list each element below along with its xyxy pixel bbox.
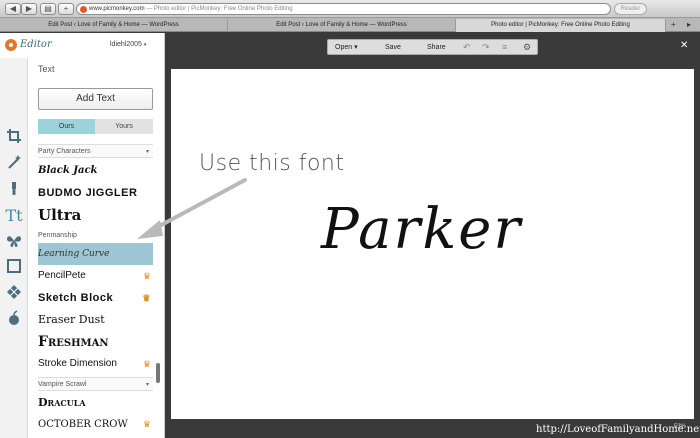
font-item-sketch-block[interactable]: Sketch Block ♛ [38, 287, 153, 309]
font-group-label: Penmanship [38, 232, 77, 239]
font-item-label: Black Jack [38, 165, 98, 176]
tab-edit-post-2[interactable]: Edit Post ‹ Love of Family & Home — Word… [228, 19, 456, 32]
add-bookmark-button[interactable]: + [58, 3, 74, 15]
font-group-penmanship[interactable]: Penmanship [38, 229, 153, 243]
font-group-label: Vampire Scrawl [38, 381, 87, 388]
font-list-scrollbar[interactable] [156, 363, 160, 383]
chevron-down-icon: ▾ [354, 44, 358, 51]
font-group-party-characters[interactable]: Party Characters ▾ [38, 144, 153, 158]
panel-title: Text [38, 64, 55, 74]
tool-rail: Tt [0, 58, 28, 438]
tab-ours[interactable]: Ours [38, 119, 95, 134]
layers-icon[interactable]: ≡ [502, 42, 507, 53]
tab-yours[interactable]: Yours [95, 119, 153, 134]
username: ldiehl2005 [110, 41, 142, 48]
font-item-label: BUDMO JIGGLER [38, 187, 138, 199]
redo-icon[interactable]: ↷ [482, 42, 490, 53]
font-item-label: Eraser Dust [38, 313, 105, 326]
font-item-eraser-dust[interactable]: Eraser Dust [38, 309, 153, 331]
font-item-label: OCTOBER CROW [38, 419, 128, 430]
share-button[interactable]: Share [427, 40, 446, 55]
premium-crown-icon: ♛ [142, 359, 151, 369]
watermark-url: http://LoveofFamilyandHome.net [536, 424, 700, 435]
back-button[interactable]: ◀ [5, 3, 21, 15]
font-item-label: Learning Curve [38, 249, 110, 259]
magic-wand-icon[interactable] [4, 154, 24, 174]
apple-icon[interactable] [4, 310, 24, 330]
font-item-label: PencilPete [38, 270, 86, 281]
font-item-label: Dracula [38, 396, 86, 409]
font-item-ultra[interactable]: Ultra [38, 204, 153, 226]
canvas-sample-text[interactable]: Parker [321, 197, 522, 262]
font-item-stroke-dimension[interactable]: Stroke Dimension ♛ [38, 353, 153, 375]
font-group-vampire-scrawl[interactable]: Vampire Scrawl ▾ [38, 377, 153, 391]
text-panel: Text Add Text Ours Yours Party Character… [29, 58, 164, 438]
new-tab-button[interactable]: + [671, 19, 676, 30]
save-button[interactable]: Save [385, 40, 401, 55]
tab-picmonkey[interactable]: Photo editor | PicMonkey: Free Online Ph… [456, 19, 666, 32]
font-group-label: Party Characters [38, 148, 91, 155]
editor-stage: Open ▾ Save Share ↶ ↷ ≡ ⚙ ✕ Use this fon… [166, 33, 700, 438]
font-item-dracula[interactable]: Dracula [38, 392, 153, 414]
brush-icon[interactable] [4, 180, 24, 200]
address-bar[interactable]: www.picmonkey.com — Photo editor | PicMo… [76, 3, 611, 15]
chevron-down-icon: ▾ [145, 149, 149, 155]
picmonkey-logo-icon [5, 38, 17, 51]
undo-icon[interactable]: ↶ [463, 42, 471, 53]
bookmarks-button[interactable]: ▤ [40, 3, 56, 15]
photo-canvas[interactable]: Use this font Parker [171, 69, 694, 419]
stage-toolbar: Open ▾ Save Share ↶ ↷ ≡ ⚙ [327, 39, 538, 55]
font-item-budmo-jiggler[interactable]: BUDMO JIGGLER [38, 182, 153, 204]
premium-crown-icon: ♛ [142, 271, 151, 281]
tab-overflow-icon[interactable]: ▸ [687, 19, 691, 30]
chevron-down-icon: ▾ [145, 382, 149, 388]
site-favicon-icon [80, 6, 87, 13]
editor-title: Editor [20, 39, 52, 50]
open-button[interactable]: Open ▾ [335, 40, 358, 55]
font-item-label: Ultra [38, 206, 82, 224]
editor-sidebar: Editor ldiehl2005 ▾ Tt Text Add Text Our… [0, 33, 165, 438]
reader-button[interactable]: Reader [614, 3, 647, 15]
font-item-label: Stroke Dimension [38, 358, 117, 369]
text-icon[interactable]: Tt [4, 206, 24, 226]
canvas-hint-text: Use this font [199, 151, 345, 176]
browser-toolbar: ◀ ▶ ▤ + www.picmonkey.com — Photo editor… [0, 0, 700, 18]
user-menu[interactable]: ldiehl2005 ▾ [110, 41, 146, 48]
add-text-button[interactable]: Add Text [38, 88, 153, 110]
texture-icon[interactable] [4, 284, 24, 304]
tab-edit-post-1[interactable]: Edit Post ‹ Love of Family & Home — Word… [0, 19, 228, 32]
frame-icon[interactable] [4, 258, 24, 278]
address-url: www.picmonkey.com [89, 6, 145, 12]
font-item-black-jack[interactable]: Black Jack [38, 160, 153, 182]
tab-bar: Edit Post ‹ Love of Family & Home — Word… [0, 18, 700, 32]
forward-button[interactable]: ▶ [21, 3, 37, 15]
settings-gear-icon[interactable]: ⚙ [523, 42, 531, 53]
font-item-label: Sketch Block [38, 292, 114, 304]
address-page-title: — Photo editor | PicMonkey: Free Online … [144, 6, 293, 12]
font-item-october-crow[interactable]: OCTOBER CROW ♛ [38, 414, 153, 436]
font-list: Party Characters ▾ Black Jack BUDMO JIGG… [38, 138, 153, 438]
font-item-pencilpete[interactable]: PencilPete ♛ [38, 265, 153, 287]
user-caret-icon: ▾ [143, 42, 147, 48]
premium-crown-icon: ♛ [142, 420, 151, 430]
crop-icon[interactable] [4, 128, 24, 148]
font-item-label: Freshman [38, 334, 109, 350]
butterfly-icon[interactable] [4, 233, 24, 253]
open-label: Open [335, 44, 353, 51]
font-item-freshman[interactable]: Freshman [38, 331, 153, 353]
premium-crown-icon: ♛ [142, 293, 151, 303]
editor-logo: Editor [5, 37, 52, 53]
close-editor-button[interactable]: ✕ [680, 40, 688, 51]
font-item-learning-curve[interactable]: Learning Curve [38, 243, 153, 265]
